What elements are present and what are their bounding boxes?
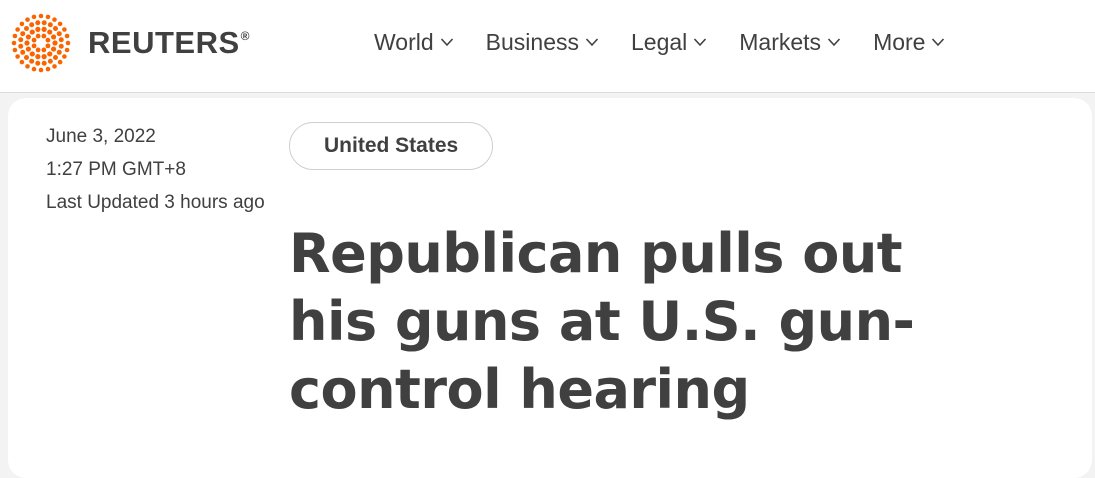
- section-tag-united-states[interactable]: United States: [289, 122, 494, 170]
- nav-item-label: Legal: [630, 28, 688, 55]
- main-nav: World Business Legal Markets More: [358, 22, 961, 62]
- logo-dot: [38, 67, 44, 73]
- logo-dot: [56, 31, 62, 37]
- reuters-logo[interactable]: REUTERS®: [8, 12, 250, 74]
- logo-dot: [24, 40, 30, 46]
- logo-dot: [41, 33, 47, 39]
- logo-wordmark: REUTERS®: [88, 25, 250, 61]
- logo-dot: [41, 20, 47, 26]
- publish-time: 1:27 PM GMT+8: [46, 159, 186, 180]
- logo-dot: [35, 26, 41, 32]
- logo-dot: [52, 40, 58, 46]
- article-meta: June 3, 2022 1:27 PM GMT+8 Last Updated …: [46, 120, 266, 219]
- chevron-down-icon: [440, 38, 453, 47]
- logo-dot: [52, 64, 57, 69]
- nav-item-business[interactable]: Business: [470, 22, 615, 62]
- logo-dot: [18, 43, 24, 49]
- reuters-dot-logo-icon: [11, 13, 71, 73]
- logo-dot: [25, 34, 31, 40]
- logo-dot: [53, 55, 58, 60]
- chevron-down-icon: [827, 38, 841, 47]
- logo-dot: [11, 40, 17, 46]
- logo-dot: [64, 47, 70, 53]
- site-header: REUTERS® World Business Legal Markets Mo…: [0, 0, 1095, 93]
- logo-dot: [29, 58, 35, 64]
- logo-dot: [58, 37, 64, 43]
- logo-dot: [15, 54, 20, 59]
- logo-dot: [31, 37, 37, 43]
- logo-dot: [64, 33, 70, 39]
- logo-dot: [31, 43, 37, 49]
- publish-date: June 3, 2022: [46, 126, 156, 147]
- nav-item-markets[interactable]: Markets: [723, 22, 857, 62]
- logo-dot: [52, 17, 57, 22]
- article-headline: Republican pulls out his guns at U.S. gu…: [289, 222, 915, 421]
- logo-dot: [41, 47, 47, 53]
- logo-dot: [47, 22, 53, 28]
- logo-dot: [56, 49, 62, 55]
- last-updated: Last Updated 3 hours ago: [46, 192, 265, 213]
- nav-item-label: Markets: [739, 28, 822, 55]
- logo-dot: [25, 17, 30, 22]
- logo-dot: [41, 54, 47, 60]
- logo-dot: [29, 51, 35, 57]
- logo-dot: [45, 43, 51, 49]
- article-card: June 3, 2022 1:27 PM GMT+8 Last Updated …: [8, 98, 1092, 478]
- logo-dot: [19, 21, 25, 27]
- logo-dot: [20, 49, 26, 55]
- logo-dot: [62, 54, 67, 59]
- logo-dot: [20, 31, 26, 37]
- nav-item-label: World: [374, 28, 434, 55]
- logo-dot: [25, 46, 31, 52]
- logo-dot: [47, 29, 53, 35]
- logo-dot: [51, 34, 57, 40]
- nav-item-world[interactable]: World: [358, 22, 470, 62]
- logo-dot: [31, 66, 37, 72]
- logo-dot: [12, 47, 18, 53]
- logo-dot: [45, 14, 51, 20]
- nav-item-label: Business: [485, 28, 579, 55]
- logo-dot: [24, 55, 29, 60]
- logo-dot: [45, 37, 51, 43]
- logo-dot: [15, 27, 20, 32]
- logo-dot: [29, 22, 35, 28]
- brand-name: REUTERS: [88, 25, 240, 60]
- chevron-down-icon: [932, 38, 945, 47]
- logo-dot: [58, 43, 64, 49]
- logo-dot: [31, 14, 37, 20]
- chevron-down-icon: [694, 38, 707, 47]
- logo-dot: [18, 37, 24, 43]
- logo-dot: [35, 54, 41, 60]
- nav-item-label: More: [873, 28, 926, 55]
- logo-dot: [57, 59, 63, 65]
- nav-item-legal[interactable]: Legal: [615, 22, 723, 62]
- logo-dot: [38, 13, 44, 19]
- logo-dot: [19, 59, 25, 65]
- logo-dot: [12, 33, 18, 39]
- logo-dot: [41, 26, 47, 32]
- logo-dot: [47, 58, 53, 64]
- logo-dot: [45, 66, 51, 72]
- logo-dot: [65, 40, 71, 46]
- registered-mark: ®: [240, 29, 250, 43]
- logo-dot: [35, 47, 41, 53]
- logo-dot: [29, 29, 35, 35]
- logo-dot: [57, 21, 63, 27]
- logo-dot: [53, 26, 58, 31]
- logo-dot: [25, 64, 30, 69]
- logo-dot: [47, 51, 53, 57]
- logo-dot: [35, 20, 41, 26]
- nav-item-more[interactable]: More: [857, 22, 961, 62]
- logo-dot: [35, 33, 41, 39]
- logo-dot: [51, 46, 57, 52]
- chevron-down-icon: [585, 38, 599, 47]
- logo-dot: [62, 27, 67, 32]
- logo-dot: [24, 26, 29, 31]
- logo-dot: [41, 60, 47, 66]
- logo-dot: [35, 60, 41, 66]
